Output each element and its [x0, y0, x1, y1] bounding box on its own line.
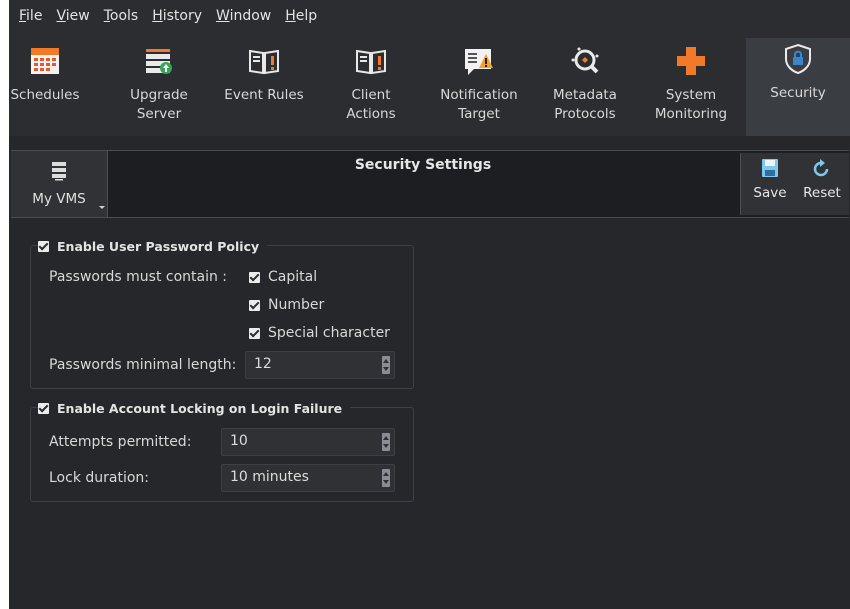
toolbar-notification-label-2: Target [458, 106, 500, 122]
action-buttons: Save Reset [740, 153, 849, 215]
toolbar-monitoring-label-2: Monitoring [654, 106, 728, 122]
medical-cross-icon [677, 47, 705, 75]
account-locking-title: Enable Account Locking on Login Failure [57, 400, 343, 416]
toolbar-security[interactable]: Security [746, 38, 850, 136]
attempts-spinbox[interactable]: 10 [221, 428, 395, 456]
duration-label: Lock duration: [49, 470, 150, 486]
min-length-value: 12 [254, 356, 272, 372]
metadata-icon [571, 47, 599, 74]
menu-window[interactable]: Window [216, 8, 271, 24]
spin-arrows-icon[interactable] [382, 356, 390, 374]
menu-view[interactable]: View [56, 8, 89, 24]
menu-bar: File View Tools History Window Help [9, 0, 850, 32]
book-icon [356, 49, 386, 75]
reset-button[interactable]: Reset [797, 157, 847, 201]
toolbar-client-actions[interactable]: Client Actions [321, 40, 421, 136]
reset-label: Reset [803, 185, 841, 201]
contain-label: Passwords must contain : [49, 269, 228, 285]
toolbar-event-rules[interactable]: Event Rules [214, 40, 314, 136]
toolbar-upgrade-server[interactable]: Upgrade Server [109, 40, 209, 136]
toolbar-security-label: Security [770, 85, 826, 101]
toolbar-metadata-protocols[interactable]: Metadata Protocols [535, 40, 635, 136]
toolbar-monitoring-label-1: System [665, 87, 717, 103]
server-icon [52, 162, 66, 181]
toolbar-schedules-label: Schedules [10, 87, 80, 103]
option-capital[interactable]: Capital [249, 269, 317, 285]
min-length-spinbox[interactable]: 12 [245, 351, 395, 379]
option-number-label: Number [268, 297, 325, 313]
notification-warning-icon [465, 49, 493, 75]
my-vms-button[interactable]: My VMS [11, 151, 108, 217]
save-icon [762, 159, 778, 177]
checkbox [249, 327, 260, 339]
toolbar-event-rules-label: Event Rules [224, 87, 304, 103]
toolbar-upgrade-label-2: Server [136, 106, 182, 122]
book-icon [249, 49, 279, 75]
attempts-label: Attempts permitted: [49, 434, 192, 450]
save-label: Save [753, 185, 787, 201]
toolbar: Schedules Upgrade Server Event Rules Cli… [9, 32, 850, 136]
toolbar-notification-label-1: Notification [440, 87, 518, 103]
toolbar-client-label-1: Client [351, 87, 391, 103]
menu-help[interactable]: Help [285, 8, 317, 24]
attempts-value: 10 [230, 433, 248, 449]
option-capital-label: Capital [268, 269, 318, 285]
password-policy-checkbox[interactable]: Enable User Password Policy [38, 237, 268, 255]
reset-icon [813, 159, 829, 177]
toolbar-schedules[interactable]: Schedules [9, 40, 95, 136]
checkbox [38, 240, 49, 252]
calendar-icon [31, 48, 59, 74]
save-button[interactable]: Save [745, 157, 795, 201]
checkbox [249, 271, 260, 283]
my-vms-label: My VMS [32, 191, 86, 207]
menu-tools[interactable]: Tools [104, 8, 139, 24]
checkbox [249, 299, 260, 311]
password-policy-title: Enable User Password Policy [57, 238, 260, 254]
app-window: File View Tools History Window Help Sche… [9, 0, 850, 609]
toolbar-notification-target[interactable]: Notification Target [429, 40, 529, 136]
menu-file[interactable]: File [19, 8, 42, 24]
duration-spinbox[interactable]: 10 minutes [221, 464, 395, 492]
account-locking-checkbox[interactable]: Enable Account Locking on Login Failure [38, 399, 351, 417]
toolbar-upgrade-label-1: Upgrade [130, 87, 188, 103]
settings-header: My VMS Security Settings Save Reset [11, 150, 849, 218]
spin-arrows-icon[interactable] [382, 433, 390, 451]
toolbar-system-monitoring[interactable]: System Monitoring [641, 40, 741, 136]
server-upgrade-icon [146, 49, 172, 74]
spin-arrows-icon[interactable] [382, 469, 390, 487]
toolbar-metadata-label-1: Metadata [553, 87, 617, 103]
shield-lock-icon [785, 43, 811, 75]
option-special-label: Special character [268, 325, 390, 341]
option-number[interactable]: Number [249, 297, 324, 313]
menu-history[interactable]: History [152, 8, 202, 24]
option-special[interactable]: Special character [249, 325, 390, 341]
chevron-down-icon [99, 206, 105, 209]
page-title: Security Settings [354, 157, 492, 173]
duration-value: 10 minutes [230, 469, 309, 485]
toolbar-metadata-label-2: Protocols [554, 106, 616, 122]
checkbox [38, 402, 49, 414]
min-length-label: Passwords minimal length: [49, 357, 237, 373]
toolbar-client-label-2: Actions [346, 106, 396, 122]
